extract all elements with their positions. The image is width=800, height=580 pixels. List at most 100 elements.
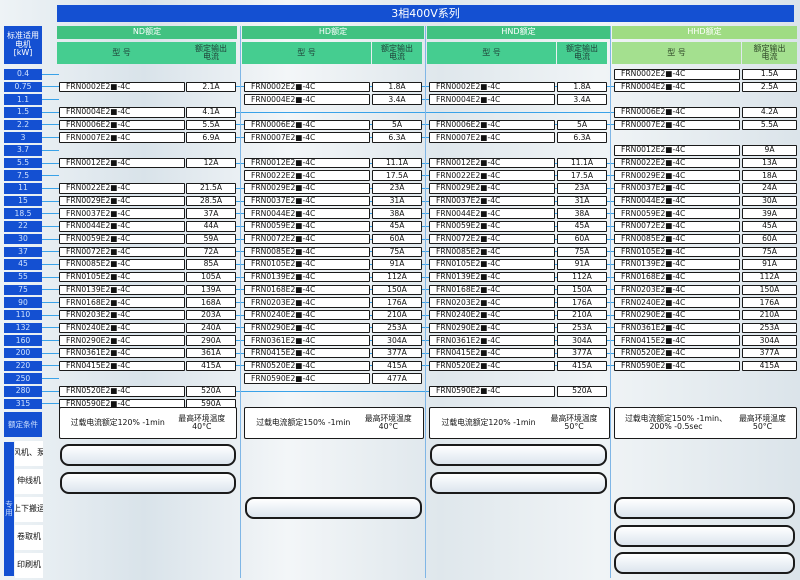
rating-condition: 过载电流额定120% -1min 最高环境温度 50°C [429,407,610,439]
kw-value: 75 [18,284,28,294]
current-cell-hd: 11.1A [372,157,422,169]
rated-current: 415A [387,360,407,370]
rated-current: 6.3A [573,132,591,142]
kw-value: 0.4 [16,69,30,79]
rated-current: 150A [387,284,407,294]
rated-current: 21.5A [199,183,223,193]
kw-row-label: 0.4 [4,69,42,80]
group-header-hnd: HND额定 [427,26,610,39]
current-cell-hnd: 150A [557,284,607,296]
rated-current: 3.4A [388,94,406,104]
current-cell-hhd: 9A [742,145,797,156]
model-number: FRN0240E2■-4C [436,310,501,320]
rated-current: 210A [572,310,592,320]
current-cell-hnd: 6.3A [557,132,607,143]
rated-current: 520A [572,386,592,396]
kw-connector [42,213,59,215]
kw-row-label: 2.2 [4,119,42,131]
model-number: FRN0029E2■-4C [436,183,501,193]
model-number: FRN0203E2■-4C [66,310,131,320]
current-cell-nd: 105A [186,271,236,283]
model-number: FRN0037E2■-4C [621,183,686,193]
model-cell-hnd: FRN0168E2■-4C [429,284,555,296]
model-number: FRN0590E2■-4C [436,386,501,396]
model-number: FRN0085E2■-4C [621,234,686,244]
model-cell-hnd: FRN0590E2■-4C [429,386,555,397]
current-cell-hhd: 5.5A [742,119,797,131]
rated-current: 60A [389,234,405,244]
model-number: FRN0022E2■-4C [436,170,501,180]
kw-row-label: 18.5 [4,208,42,219]
rated-current: 210A [759,310,780,320]
model-number: FRN0004E2■-4C [436,94,501,104]
model-number: FRN0361E2■-4C [66,348,131,358]
model-column-header: 型 号 [427,42,556,64]
model-cell-hd: FRN0044E2■-4C [244,208,370,219]
model-number: FRN0012E2■-4C [436,158,501,168]
rating-condition: 过载电流额定150% -1min 最高环境温度 40°C [244,407,424,439]
rated-current: 112A [387,272,407,282]
motor-kw-header: 标准适用 电机 [kW] [4,26,42,64]
current-column-header: 额定输出 电流 [742,42,797,64]
model-number: FRN0007E2■-4C [436,132,501,142]
rated-current: 203A [201,310,221,320]
rated-current: 60A [574,234,590,244]
rated-current: 60A [762,234,777,244]
group-header-hhd: HHD额定 [612,26,797,39]
current-cell-hd: 415A [372,360,422,372]
model-number: FRN0029E2■-4C [621,170,686,180]
current-cell-nd: 415A [186,360,236,372]
rated-current: 39A [762,208,777,218]
application-indicator-bar [60,444,236,466]
model-cell-hnd: FRN0203E2■-4C [429,297,555,308]
current-cell-nd: 139A [186,284,236,296]
current-cell-hhd: 39A [742,208,797,219]
model-cell-hhd: FRN0012E2■-4C [614,145,740,156]
model-number: FRN0006E2■-4C [621,107,686,117]
kw-row-label: 5.5 [4,157,42,169]
kw-row-label: 30 [4,233,42,245]
model-number: FRN0203E2■-4C [251,297,316,307]
model-number: FRN0520E2■-4C [436,360,501,370]
current-cell-hnd: 31A [557,195,607,207]
model-cell-hnd: FRN0059E2■-4C [429,221,555,232]
model-cell-hhd: FRN0590E2■-4C [614,360,740,372]
model-cell-hd: FRN0168E2■-4C [244,284,370,296]
model-cell-hnd: FRN0105E2■-4C [429,259,555,270]
current-cell-nd: 240A [186,322,236,334]
current-cell-hnd: 23A [557,183,607,194]
application-name: 印刷机 [17,560,41,570]
model-number: FRN0105E2■-4C [436,259,501,269]
kw-connector [42,276,59,278]
model-number: FRN0361E2■-4C [621,322,686,332]
kw-connector [42,340,59,342]
model-number: FRN0415E2■-4C [251,348,316,358]
model-number: FRN0203E2■-4C [621,284,686,294]
rated-current: 112A [572,272,592,282]
current-cell-hnd: 17.5A [557,170,607,181]
kw-connector [42,263,59,265]
kw-connector [42,137,59,139]
kw-value: 11 [18,183,28,193]
kw-row-label: 7.5 [4,170,42,181]
current-cell-hhd: 30A [742,195,797,207]
model-number: FRN0520E2■-4C [621,348,686,358]
kw-value: 18.5 [14,208,32,218]
model-column-header: 型 号 [57,42,186,64]
rated-current: 31A [574,196,590,206]
kw-value: 7.5 [16,170,30,180]
application-label: 卷取机 [15,525,43,550]
rated-current: 150A [572,284,592,294]
kw-value: 15 [18,196,28,206]
rated-current: 253A [572,322,592,332]
model-number: FRN0007E2■-4C [251,132,316,142]
model-cell-hd: FRN0520E2■-4C [244,360,370,372]
rated-current: 415A [572,360,592,370]
rated-current: 23A [574,183,590,193]
model-number: FRN0240E2■-4C [621,297,686,307]
kw-row-label: 15 [4,195,42,207]
model-number: FRN0022E2■-4C [251,170,316,180]
model-column-header-text: 型 号 [297,47,316,57]
rated-current: 5.5A [760,119,779,129]
current-cell-nd: 290A [186,335,236,346]
